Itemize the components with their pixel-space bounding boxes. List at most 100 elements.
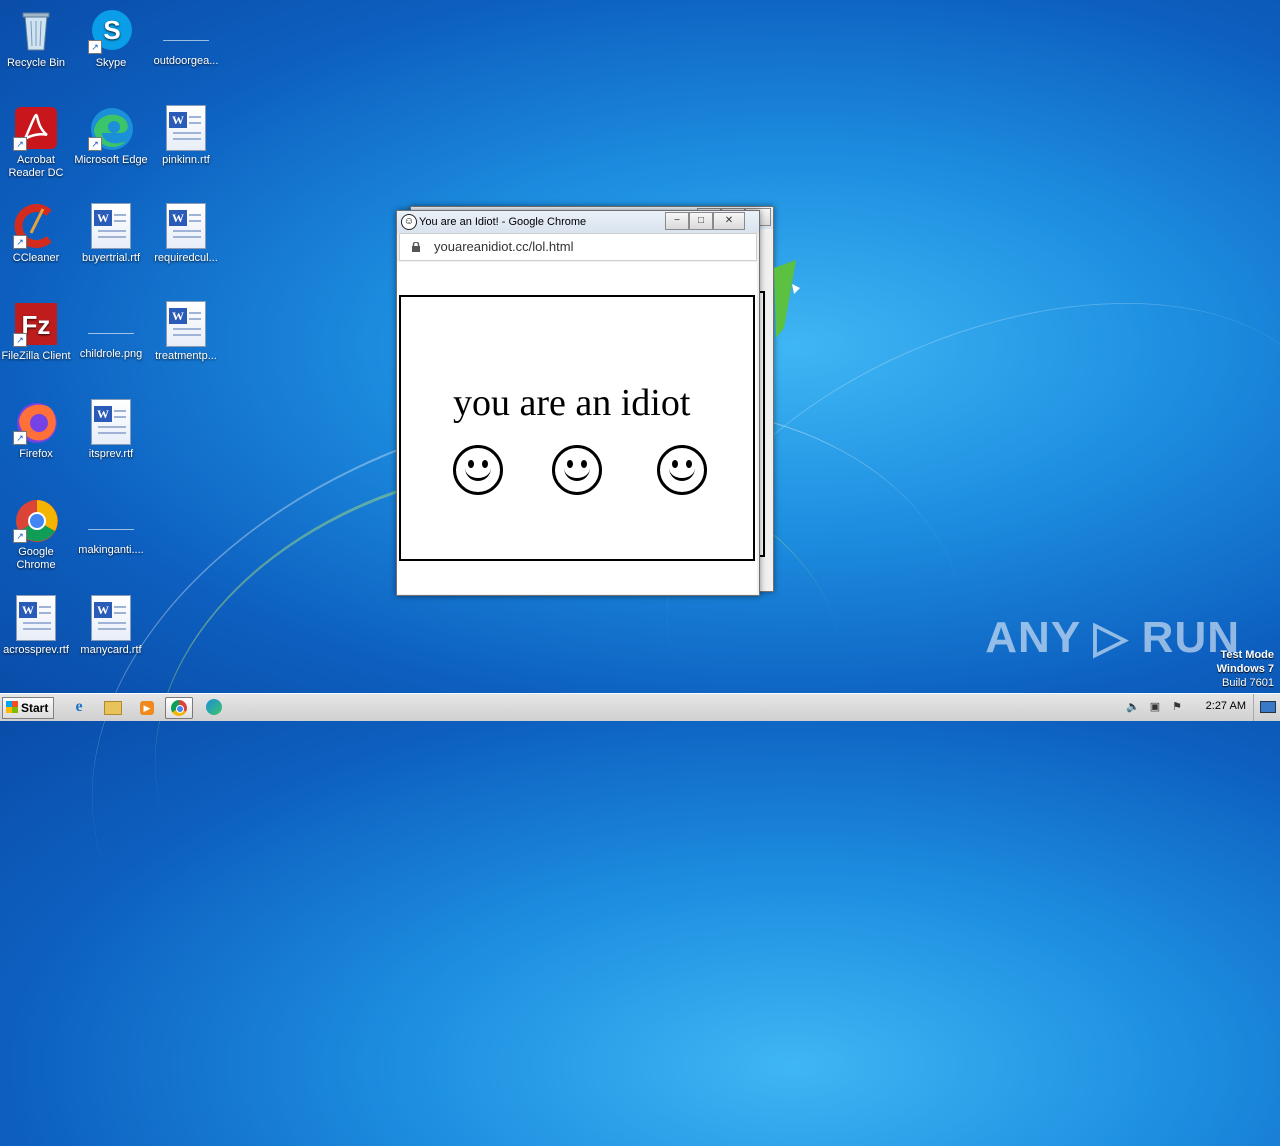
build-line: Build 7601 xyxy=(1222,677,1274,689)
file-icon xyxy=(88,509,134,530)
maximize-button[interactable]: □ xyxy=(689,212,713,230)
popup-window[interactable]: ☺ You are an Idiot! - Google Chrome − □ … xyxy=(396,210,760,596)
desktop-icon-filezilla[interactable]: Fz ↗ FileZilla Client xyxy=(0,301,74,363)
minimize-button[interactable]: − xyxy=(665,212,689,230)
start-button[interactable]: Start xyxy=(2,697,54,719)
idiot-message: you are an idiot xyxy=(453,382,691,424)
smiley-face-icon xyxy=(657,445,707,495)
image-file-icon xyxy=(88,313,134,334)
ccleaner-icon: ↗ xyxy=(13,203,59,249)
desktop-icon-ccleaner[interactable]: ↗ CCleaner xyxy=(0,203,74,265)
shortcut-arrow-icon: ↗ xyxy=(13,333,27,347)
icon-label: childrole.png xyxy=(79,348,143,360)
window-title: You are an Idiot! - Google Chrome xyxy=(419,216,587,228)
icon-label: FileZilla Client xyxy=(1,350,71,362)
icon-label: Acrobat Reader DC xyxy=(8,154,64,179)
monitor-icon xyxy=(1260,701,1276,713)
taskbar-explorer[interactable] xyxy=(100,697,126,717)
icon-label: Recycle Bin xyxy=(6,57,66,69)
windows-logo-icon xyxy=(6,701,18,713)
smiley-face-icon xyxy=(453,445,503,495)
icon-label: requiredcul... xyxy=(154,252,218,264)
clock[interactable]: 2:27 AM xyxy=(1206,700,1246,712)
desktop-icon-childrole[interactable]: childrole.png xyxy=(73,301,149,361)
volume-icon[interactable]: 🔈 xyxy=(1126,700,1140,714)
desktop-icon-treatmentp[interactable]: W treatmentp... xyxy=(148,301,224,363)
action-center-flag-icon[interactable]: ⚑ xyxy=(1170,700,1184,714)
icon-label: Skype xyxy=(95,57,127,69)
desktop-icon-edge[interactable]: ↗ Microsoft Edge xyxy=(73,105,149,167)
shortcut-arrow-icon: ↗ xyxy=(13,529,27,543)
desktop-icon-firefox[interactable]: ↗ Firefox xyxy=(0,399,74,461)
skype-icon: S ↗ xyxy=(88,8,134,54)
taskbar-ie[interactable]: e xyxy=(66,697,92,717)
desktop-icon-pinkinn[interactable]: W pinkinn.rtf xyxy=(148,105,224,167)
address-bar[interactable]: youareanidiot.cc/lol.html xyxy=(399,233,757,261)
icon-label: Microsoft Edge xyxy=(74,154,148,166)
desktop-icon-makinganti[interactable]: makinganti.... xyxy=(73,497,149,557)
icon-label: manycard.rtf xyxy=(80,644,142,656)
desktop-icon-acrobat[interactable]: ↗ Acrobat Reader DC xyxy=(0,105,74,180)
desktop-icon-itsprev[interactable]: W itsprev.rtf xyxy=(73,399,149,461)
svg-text:S: S xyxy=(103,15,120,45)
taskbar-chrome[interactable] xyxy=(165,697,193,719)
icon-label: itsprev.rtf xyxy=(88,448,134,460)
icon-label: makinganti.... xyxy=(78,544,144,556)
icon-label: buyertrial.rtf xyxy=(81,252,141,264)
ie-icon: e xyxy=(75,698,83,715)
test-mode-label: Test Mode Windows 7 Build 7601 xyxy=(1217,648,1274,690)
desktop-icon-recycle-bin[interactable]: Recycle Bin xyxy=(0,8,74,70)
word-doc-icon: W xyxy=(88,399,134,445)
network-icon[interactable]: ▣ xyxy=(1148,700,1162,714)
close-button[interactable]: ✕ xyxy=(713,212,745,230)
media-player-icon: ▶ xyxy=(140,701,154,715)
desktop-icon-acrossprev[interactable]: W acrossprev.rtf xyxy=(0,595,74,657)
desktop-icon-chrome[interactable]: ↗ Google Chrome xyxy=(0,497,74,572)
desktop-icon-manycard[interactable]: W manycard.rtf xyxy=(73,595,149,657)
word-doc-icon: W xyxy=(163,203,209,249)
icon-label: outdoorgea... xyxy=(153,55,219,67)
desktop-icon-skype[interactable]: S ↗ Skype xyxy=(73,8,149,70)
desktop-icon-outdoorgea[interactable]: outdoorgea... xyxy=(148,8,224,68)
edge-icon xyxy=(206,699,222,715)
icon-label: CCleaner xyxy=(12,252,60,264)
recycle-bin-icon xyxy=(13,8,59,54)
icon-label: Firefox xyxy=(19,448,53,460)
shortcut-arrow-icon: ↗ xyxy=(13,137,27,151)
system-tray: 🔈 ▣ ⚑ 2:27 AM xyxy=(1120,694,1280,721)
word-doc-icon: W xyxy=(88,595,134,641)
chrome-icon xyxy=(171,700,187,716)
desktop-icon-buyertrial[interactable]: W buyertrial.rtf xyxy=(73,203,149,265)
file-icon xyxy=(163,20,209,41)
taskbar-media-player[interactable]: ▶ xyxy=(134,697,160,717)
word-doc-icon: W xyxy=(13,595,59,641)
chrome-icon: ↗ xyxy=(13,497,59,543)
icon-label: acrossprev.rtf xyxy=(3,644,69,656)
edge-icon: ↗ xyxy=(88,105,134,151)
shortcut-arrow-icon: ↗ xyxy=(88,40,102,54)
test-mode-line: Test Mode xyxy=(1220,649,1274,661)
folder-icon xyxy=(104,701,122,715)
anyrun-watermark: ANY ▷ RUN xyxy=(985,613,1240,662)
smiley-favicon-icon: ☺ xyxy=(401,214,417,230)
taskbar: Start e ▶ 🔈 ▣ ⚑ 2:27 AM xyxy=(0,693,1280,721)
word-doc-icon: W xyxy=(163,301,209,347)
taskbar-edge[interactable] xyxy=(201,697,227,717)
start-label: Start xyxy=(21,701,49,715)
title-bar[interactable]: ☺ You are an Idiot! - Google Chrome − □ … xyxy=(397,211,759,233)
shortcut-arrow-icon: ↗ xyxy=(88,137,102,151)
icon-label: treatmentp... xyxy=(155,350,217,362)
word-doc-icon: W xyxy=(88,203,134,249)
word-doc-icon: W xyxy=(163,105,209,151)
shortcut-arrow-icon: ↗ xyxy=(13,235,27,249)
icon-label: pinkinn.rtf xyxy=(162,154,210,166)
icon-label: Google Chrome xyxy=(16,546,56,571)
desktop-icon-requiredcul[interactable]: W requiredcul... xyxy=(148,203,224,265)
firefox-icon: ↗ xyxy=(13,399,59,445)
shortcut-arrow-icon: ↗ xyxy=(13,431,27,445)
smiley-face-icon xyxy=(552,445,602,495)
wallpaper-leaf xyxy=(774,258,800,348)
lock-icon xyxy=(412,240,420,252)
url-text: youareanidiot.cc/lol.html xyxy=(434,239,574,254)
show-desktop-button[interactable] xyxy=(1253,694,1280,721)
